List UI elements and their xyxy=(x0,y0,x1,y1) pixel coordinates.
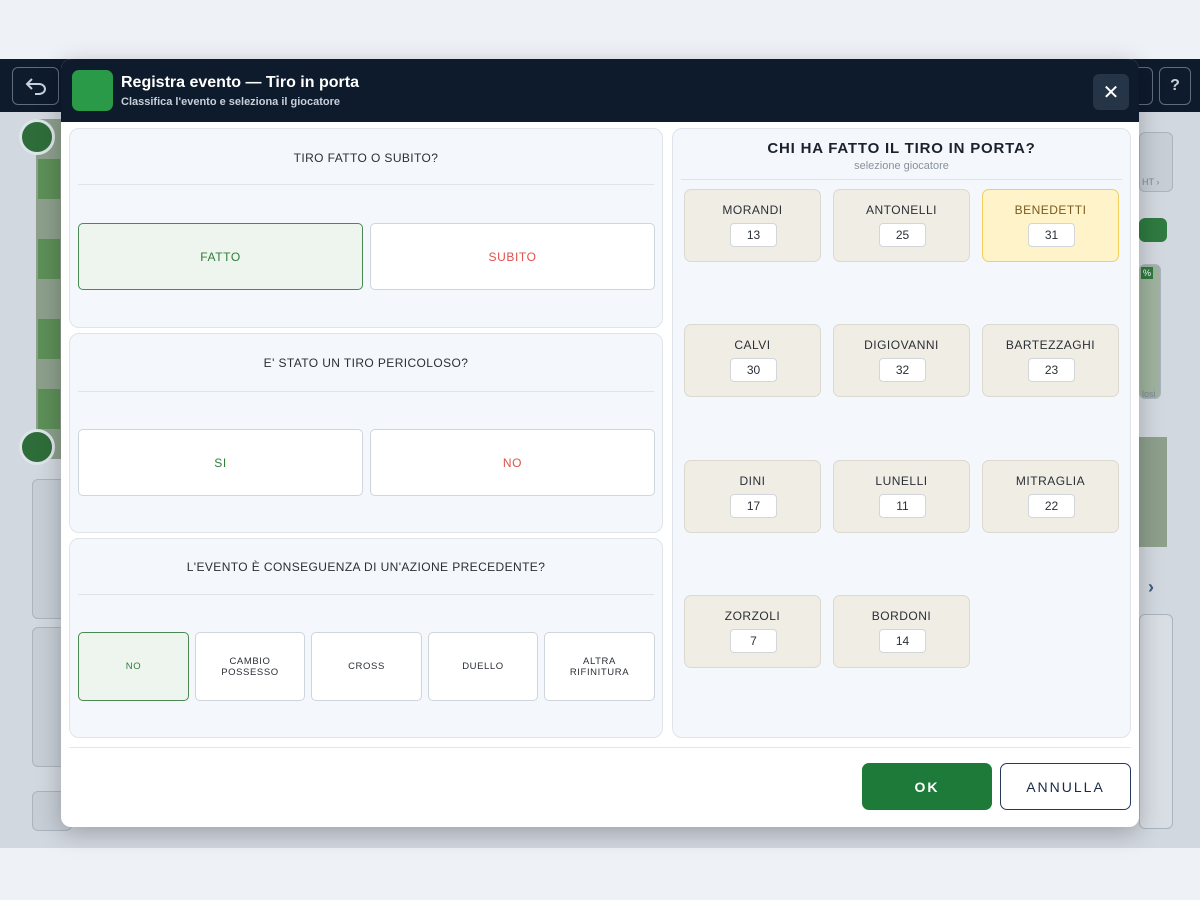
modal-title: Registra evento — Tiro in porta xyxy=(121,74,359,91)
question-shot-type: TIRO FATTO O SUBITO? FATTO SUBITO xyxy=(69,128,663,328)
divider xyxy=(78,184,654,185)
player-name: BENEDETTI xyxy=(1014,203,1087,217)
cancel-button[interactable]: ANNULLA xyxy=(1000,763,1131,810)
bg-card-right xyxy=(1139,614,1173,829)
player-number: 23 xyxy=(1028,358,1075,382)
divider xyxy=(78,594,654,595)
back-button[interactable] xyxy=(12,67,59,105)
player-name: LUNELLI xyxy=(875,474,928,488)
player-card[interactable]: LUNELLI 11 xyxy=(833,460,970,533)
player-number: 30 xyxy=(730,358,777,382)
option-altra-rifinitura[interactable]: ALTRA RIFINITURA xyxy=(544,632,655,701)
player-number: 7 xyxy=(730,629,777,653)
player-card[interactable]: BENEDETTI 31 xyxy=(982,189,1119,262)
player-card[interactable]: ANTONELLI 25 xyxy=(833,189,970,262)
divider xyxy=(78,391,654,392)
bg-button-partial xyxy=(1139,67,1153,105)
question-title: TIRO FATTO O SUBITO? xyxy=(293,151,439,165)
chevron-right-icon: › xyxy=(1148,577,1154,597)
player-number: 11 xyxy=(879,494,926,518)
bg-stripe xyxy=(38,389,60,429)
option-cross[interactable]: CROSS xyxy=(311,632,422,701)
question-dangerous: E' STATO UN TIRO PERICOLOSO? SI NO xyxy=(69,333,663,533)
option-subito[interactable]: SUBITO xyxy=(370,223,655,290)
modal-header: Registra evento — Tiro in porta Classifi… xyxy=(61,59,1139,122)
help-button[interactable]: ? xyxy=(1159,67,1191,105)
player-card[interactable]: MITRAGLIA 22 xyxy=(982,460,1119,533)
player-number: 14 xyxy=(879,629,926,653)
player-number: 22 xyxy=(1028,494,1075,518)
question-previous-action: L'EVENTO È CONSEGUENZA DI UN'AZIONE PREC… xyxy=(69,538,663,738)
player-panel-subtitle: selezione giocatore xyxy=(854,160,949,172)
bg-label: % xyxy=(1141,267,1154,279)
player-panel-title: CHI HA FATTO IL TIRO IN PORTA? xyxy=(767,140,1036,157)
option-fatto[interactable]: FATTO xyxy=(78,223,363,290)
player-number: 17 xyxy=(730,494,777,518)
bg-stripe xyxy=(38,239,60,279)
bg-stripe xyxy=(38,159,60,199)
close-icon: ✕ xyxy=(1102,81,1120,104)
option-no-action[interactable]: NO xyxy=(78,632,189,701)
bg-mini-pitch: % xyxy=(1139,264,1161,399)
divider xyxy=(681,179,1122,180)
player-name: BARTEZZAGHI xyxy=(1005,338,1096,352)
player-card[interactable]: BARTEZZAGHI 23 xyxy=(982,324,1119,397)
player-selection-panel: CHI HA FATTO IL TIRO IN PORTA? selezione… xyxy=(672,128,1131,738)
ok-button[interactable]: OK xyxy=(862,763,992,810)
option-cambio-possesso[interactable]: CAMBIO POSSESSO xyxy=(195,632,305,701)
question-title: L'EVENTO È CONSEGUENZA DI UN'AZIONE PREC… xyxy=(186,560,546,574)
player-name: ZORZOLI xyxy=(724,609,781,623)
player-name: ANTONELLI xyxy=(866,203,937,217)
player-card[interactable]: DINI 17 xyxy=(684,460,821,533)
bg-mini-pitch xyxy=(1139,437,1167,547)
player-number: 31 xyxy=(1028,223,1075,247)
player-name: BORDONI xyxy=(871,609,932,623)
close-button[interactable]: ✕ xyxy=(1093,74,1129,110)
player-name: MITRAGLIA xyxy=(1015,474,1086,488)
player-number: 32 xyxy=(879,358,926,382)
undo-arrow-icon xyxy=(25,78,46,95)
flag-icon xyxy=(19,119,55,155)
option-si[interactable]: SI xyxy=(78,429,363,496)
event-modal: Registra evento — Tiro in porta Classifi… xyxy=(61,59,1139,827)
player-card[interactable]: DIGIOVANNI 32 xyxy=(833,324,970,397)
option-duello[interactable]: DUELLO xyxy=(428,632,538,701)
bg-label: losi xyxy=(1142,389,1156,399)
player-number: 25 xyxy=(879,223,926,247)
player-name: MORANDI xyxy=(722,203,783,217)
player-name: DINI xyxy=(739,474,766,488)
bg-card-right: HT › xyxy=(1139,132,1173,192)
player-number: 13 xyxy=(730,223,777,247)
player-card[interactable]: MORANDI 13 xyxy=(684,189,821,262)
question-title: E' STATO UN TIRO PERICOLOSO? xyxy=(263,356,469,370)
option-no[interactable]: NO xyxy=(370,429,655,496)
bg-stripe xyxy=(38,319,60,359)
player-name: DIGIOVANNI xyxy=(864,338,939,352)
bg-label: HT › xyxy=(1142,177,1160,187)
modal-subtitle: Classifica l'evento e seleziona il gioca… xyxy=(121,96,341,108)
player-card[interactable]: CALVI 30 xyxy=(684,324,821,397)
player-card[interactable]: BORDONI 14 xyxy=(833,595,970,668)
player-name: CALVI xyxy=(734,338,771,352)
help-label: ? xyxy=(1170,77,1180,94)
bg-pill xyxy=(1139,218,1167,242)
player-card[interactable]: ZORZOLI 7 xyxy=(684,595,821,668)
event-type-icon xyxy=(72,70,113,111)
flag-icon xyxy=(19,429,55,465)
footer-divider xyxy=(69,747,1131,748)
